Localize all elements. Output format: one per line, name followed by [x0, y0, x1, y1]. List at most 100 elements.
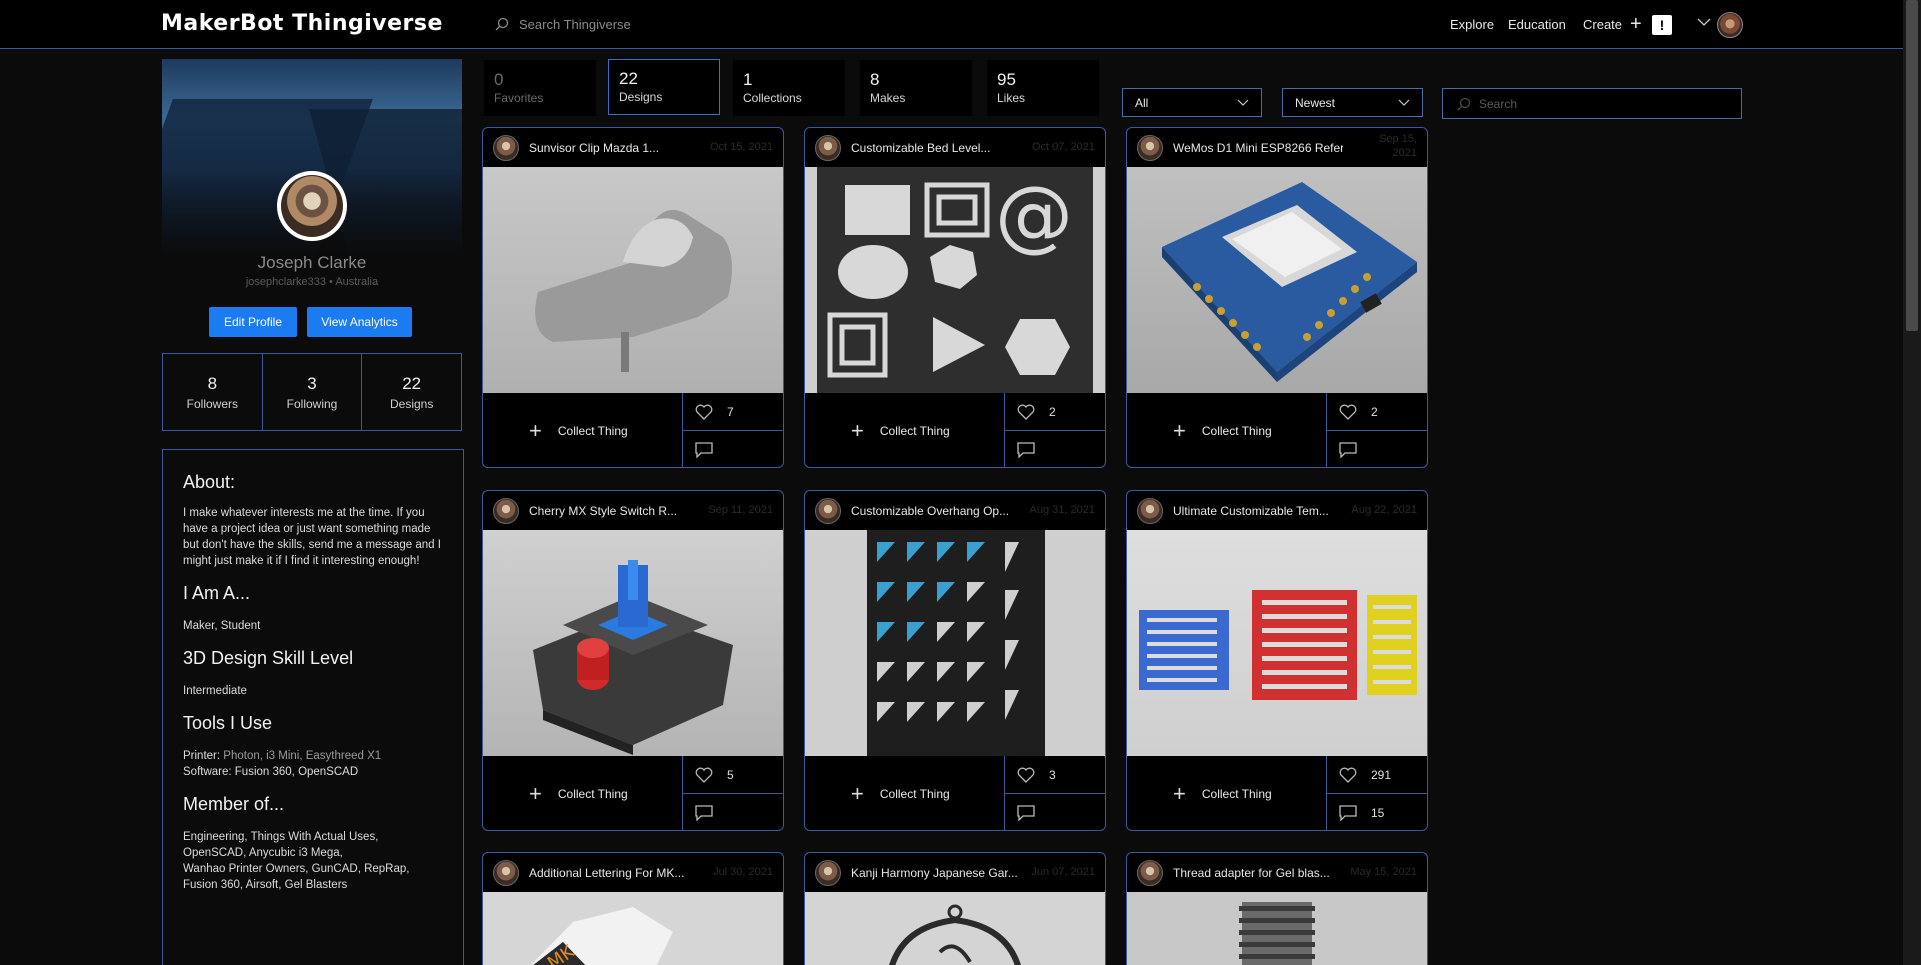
- skill-heading: 3D Design Skill Level: [183, 648, 354, 668]
- creator-avatar[interactable]: [815, 859, 841, 886]
- creator-avatar[interactable]: [815, 134, 841, 161]
- edit-profile-button[interactable]: Edit Profile: [209, 307, 297, 337]
- creator-avatar[interactable]: [493, 134, 519, 161]
- comment-icon: [1017, 805, 1035, 821]
- comment-button[interactable]: [1005, 794, 1105, 830]
- thing-title[interactable]: Cherry MX Style Switch R...: [529, 504, 699, 518]
- thing-card[interactable]: Kanji Harmony Japanese Gar... Jun 07, 20…: [804, 852, 1106, 965]
- heart-icon: [695, 767, 713, 783]
- profile-card: Joseph Clarke josephclarke333 • Australi…: [162, 59, 462, 431]
- user-avatar[interactable]: [1717, 12, 1743, 38]
- page-scrollbar[interactable]: [1903, 0, 1921, 965]
- like-button[interactable]: 2: [1327, 393, 1427, 431]
- heart-icon: [1017, 404, 1035, 420]
- creator-avatar[interactable]: [1137, 497, 1163, 524]
- thing-card[interactable]: WeMos D1 Mini ESP8266 Refere... Sep 15, 2…: [1126, 127, 1428, 468]
- sort-select[interactable]: Newest: [1282, 88, 1423, 117]
- collect-thing-button[interactable]: + Collect Thing: [805, 393, 1005, 467]
- collect-thing-button[interactable]: + Collect Thing: [1127, 756, 1327, 830]
- collect-thing-button[interactable]: + Collect Thing: [483, 393, 683, 467]
- thing-date: Jun 07, 2021: [1031, 866, 1095, 878]
- nav-create[interactable]: Create +: [1583, 0, 1642, 49]
- like-button[interactable]: 3: [1005, 756, 1105, 794]
- stat-value: 8: [207, 373, 218, 393]
- comment-button[interactable]: [1005, 431, 1105, 467]
- tab-favorites[interactable]: 0 Favorites: [484, 60, 596, 116]
- stat-designs[interactable]: 22 Designs: [362, 354, 461, 430]
- thing-title[interactable]: Customizable Overhang Op...: [851, 504, 1021, 518]
- thing-thumbnail[interactable]: [483, 167, 783, 393]
- thing-thumbnail[interactable]: [1127, 892, 1427, 965]
- profile-username-location: josephclarke333 • Australia: [245, 276, 379, 288]
- like-button[interactable]: 7: [683, 393, 783, 431]
- tab-likes[interactable]: 95 Likes: [987, 60, 1099, 116]
- thing-thumbnail[interactable]: [1127, 530, 1427, 756]
- thing-thumbnail[interactable]: [483, 530, 783, 756]
- tab-designs[interactable]: 22 Designs: [608, 59, 720, 115]
- collect-thing-button[interactable]: + Collect Thing: [805, 756, 1005, 830]
- thing-title[interactable]: Ultimate Customizable Tem...: [1173, 504, 1343, 518]
- thing-card[interactable]: Thread adapter for Gel blas... May 15, 2…: [1126, 852, 1428, 965]
- nav-explore[interactable]: Explore: [1450, 0, 1494, 49]
- global-search[interactable]: Search Thingiverse: [495, 13, 915, 35]
- thing-title[interactable]: Sunvisor Clip Mazda 1...: [529, 141, 699, 155]
- type-filter-select[interactable]: All: [1122, 88, 1262, 117]
- comment-button[interactable]: [683, 431, 783, 467]
- thing-card[interactable]: Ultimate Customizable Tem... Aug 22, 202…: [1126, 490, 1428, 831]
- thing-card[interactable]: Additional Lettering For MK... Jul 30, 2…: [482, 852, 784, 965]
- tools-heading: Tools I Use: [183, 713, 273, 733]
- creator-avatar[interactable]: [815, 497, 841, 524]
- thing-card[interactable]: Sunvisor Clip Mazda 1... Oct 15, 2021 + C…: [482, 127, 784, 468]
- thing-title[interactable]: Additional Lettering For MK...: [529, 866, 699, 880]
- card-header: Ultimate Customizable Tem... Aug 22, 202…: [1127, 491, 1427, 530]
- thing-card[interactable]: Customizable Bed Level... Oct 07, 2021 @…: [804, 127, 1106, 468]
- comment-button[interactable]: [1327, 431, 1427, 467]
- chevron-down-icon[interactable]: [1697, 17, 1711, 27]
- creator-avatar[interactable]: [493, 497, 519, 524]
- thing-card[interactable]: Cherry MX Style Switch R... Sep 11, 2021…: [482, 490, 784, 831]
- search-icon: [1457, 97, 1471, 110]
- thingiverse-logo[interactable]: MakerBot Thingiverse: [161, 11, 443, 36]
- comment-button[interactable]: [683, 794, 783, 830]
- view-analytics-button[interactable]: View Analytics: [307, 307, 412, 337]
- thing-thumbnail[interactable]: MK: [483, 892, 783, 965]
- about-text: I make whatever interests me at the time…: [183, 507, 441, 567]
- scrollbar-thumb[interactable]: [1906, 0, 1918, 331]
- thing-card[interactable]: Customizable Overhang Op... Aug 31, 2021…: [804, 490, 1106, 831]
- collect-thing-button[interactable]: + Collect Thing: [483, 756, 683, 830]
- thing-thumbnail[interactable]: [805, 530, 1105, 756]
- svg-text:@: @: [995, 171, 1073, 261]
- thing-title[interactable]: Kanji Harmony Japanese Gar...: [851, 866, 1021, 880]
- thing-thumbnail[interactable]: @: [805, 167, 1105, 393]
- creator-avatar[interactable]: [1137, 859, 1163, 886]
- thing-thumbnail[interactable]: [1127, 167, 1427, 393]
- iam-heading: I Am A...: [183, 583, 251, 603]
- collect-thing-button[interactable]: + Collect Thing: [1127, 393, 1327, 467]
- creator-avatar[interactable]: [493, 859, 519, 886]
- comment-count: 15: [1371, 806, 1385, 820]
- tab-label: Collections: [743, 91, 802, 105]
- like-button[interactable]: 2: [1005, 393, 1105, 431]
- designs-search-input[interactable]: Search: [1442, 88, 1742, 119]
- sort-value: Newest: [1295, 95, 1336, 110]
- like-button[interactable]: 291: [1327, 756, 1427, 794]
- stat-following[interactable]: 3 Following: [263, 354, 363, 430]
- thing-date: Sep 15, 2021: [1379, 132, 1417, 160]
- tab-label: Likes: [997, 91, 1026, 105]
- thing-title[interactable]: Thread adapter for Gel blas...: [1173, 866, 1343, 880]
- member-groups-line: Fusion 360, Airsoft, Gel Blasters: [183, 879, 348, 891]
- tab-collections[interactable]: 1 Collections: [733, 60, 845, 116]
- about-heading: About:: [183, 472, 236, 492]
- thing-thumbnail[interactable]: [805, 892, 1105, 965]
- thing-title[interactable]: WeMos D1 Mini ESP8266 Refere...: [1173, 141, 1343, 155]
- comment-button[interactable]: 15: [1327, 794, 1427, 830]
- like-button[interactable]: 5: [683, 756, 783, 794]
- tab-makes[interactable]: 8 Makes: [860, 60, 972, 116]
- thing-title[interactable]: Customizable Bed Level...: [851, 141, 1021, 155]
- creator-avatar[interactable]: [1137, 134, 1163, 161]
- heart-icon: [695, 404, 713, 420]
- heart-icon: [1017, 767, 1035, 783]
- notification-button[interactable]: !: [1652, 15, 1672, 35]
- stat-followers[interactable]: 8 Followers: [163, 354, 263, 430]
- nav-education[interactable]: Education: [1508, 0, 1566, 49]
